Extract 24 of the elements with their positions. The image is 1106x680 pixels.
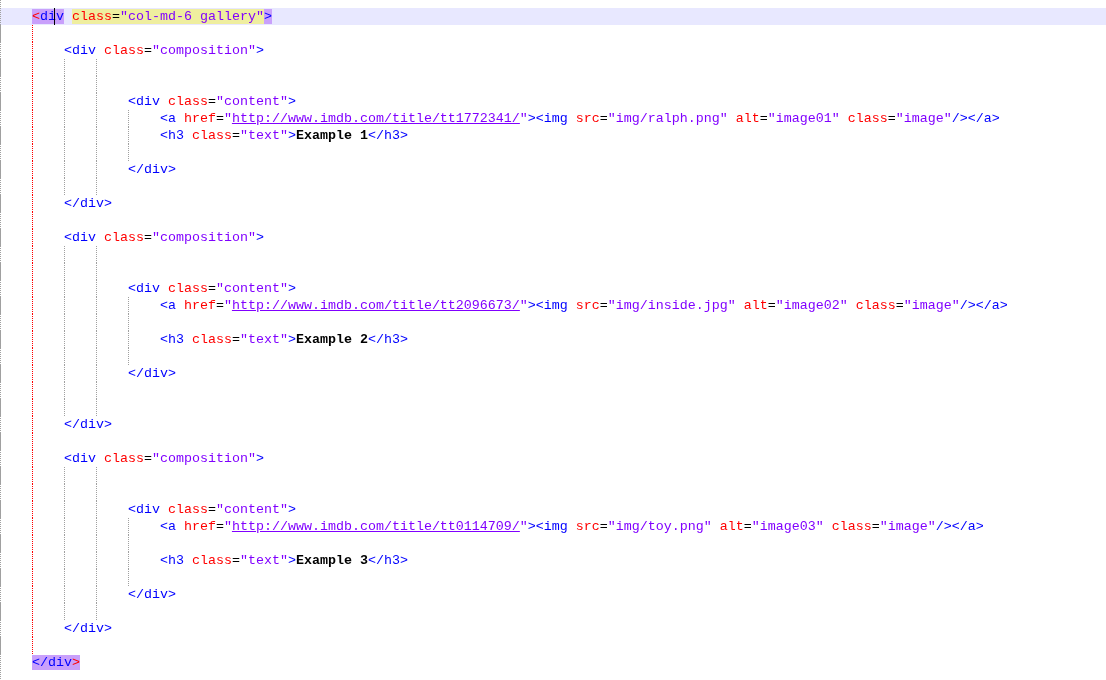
code-line: <a href="http://www.imdb.com/title/tt2096673/"><img src="img/inside.jpg" alt="image02" class="image"/></a>	[159, 298, 1008, 313]
code-line: <div class="content">	[127, 502, 296, 517]
code-line: </div>	[127, 366, 176, 381]
highlighted-attribute: class="col-md-6 gallery"	[72, 9, 264, 24]
code-line: <div class="composition">	[63, 43, 264, 58]
highlighted-tag: </div>	[32, 655, 80, 670]
code-line: <h3 class="text">Example 2</h3>	[159, 332, 408, 347]
url-link[interactable]: http://www.imdb.com/title/tt2096673/	[231, 298, 520, 313]
code-line: </div>	[127, 162, 176, 177]
code-line: <div class="content">	[127, 281, 296, 296]
code-line: <div class="composition">	[63, 230, 264, 245]
code-line: <a href="http://www.imdb.com/title/tt1772341/"><img src="img/ralph.png" alt="image01" class="image"/></a>	[159, 111, 1000, 126]
code-line: <h3 class="text">Example 1</h3>	[159, 128, 408, 143]
code-line: </div>	[127, 587, 176, 602]
code-line: </div>	[63, 621, 112, 636]
code-line: <a href="http://www.imdb.com/title/tt0114709/"><img src="img/toy.png" alt="image03" class="image"/></a>	[159, 519, 984, 534]
highlighted-tag: >	[263, 9, 272, 24]
code-line: <h3 class="text">Example 3</h3>	[159, 553, 408, 568]
code-line: <div class="composition">	[63, 451, 264, 466]
url-link[interactable]: http://www.imdb.com/title/tt1772341/	[231, 111, 520, 126]
code-line: </div>	[63, 196, 112, 211]
code-line: </div>	[63, 417, 112, 432]
url-link[interactable]: http://www.imdb.com/title/tt0114709/	[231, 519, 520, 534]
code-line: <div class="content">	[127, 94, 296, 109]
